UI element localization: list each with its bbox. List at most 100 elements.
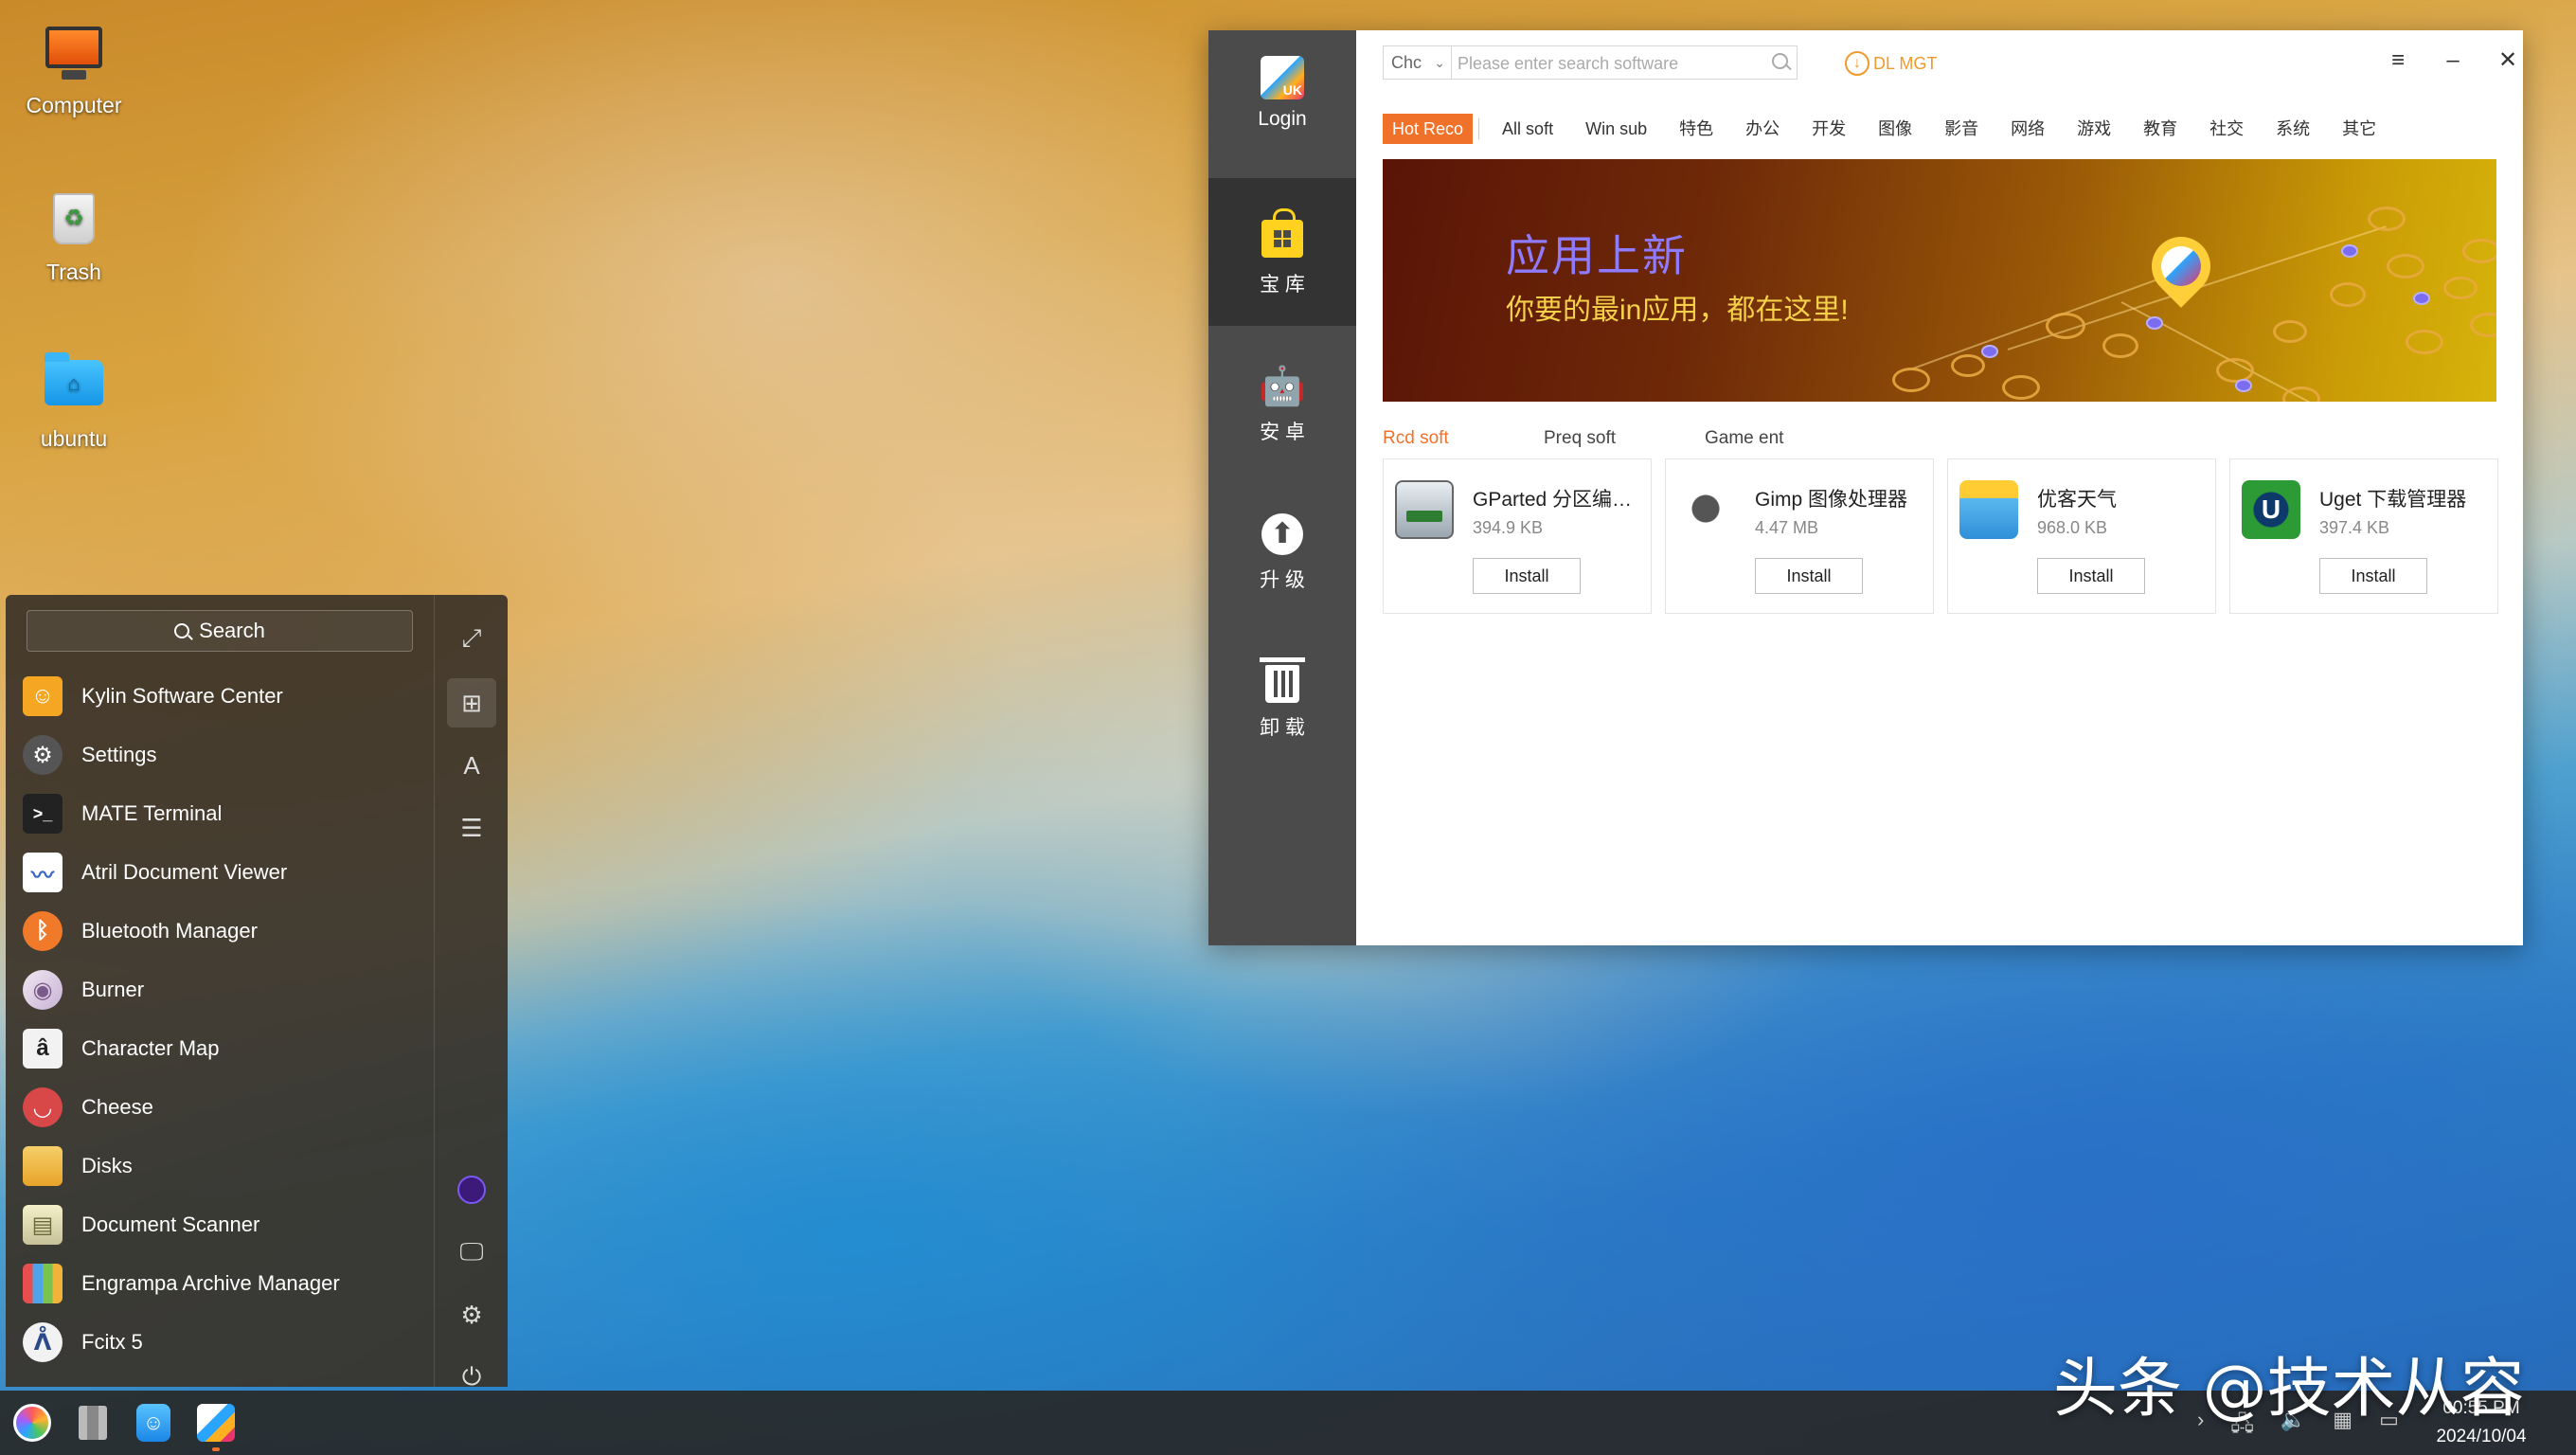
menu-item-disks[interactable]: Disks <box>23 1137 420 1195</box>
tab-other[interactable]: 其它 <box>2333 114 2386 144</box>
sidebar-item-android[interactable]: 🤖 安 卓 <box>1208 326 1356 474</box>
install-button[interactable]: Install <box>2319 558 2427 594</box>
menu-item-bluetooth-manager[interactable]: ᛒ Bluetooth Manager <box>23 902 420 961</box>
menu-item-settings[interactable]: ⚙ Settings <box>23 726 420 784</box>
archive-icon <box>23 1264 63 1303</box>
install-button[interactable]: Install <box>2037 558 2145 594</box>
search-category-select[interactable]: Chc ⌄ <box>1384 46 1452 79</box>
sidebar-item-label: 升 级 <box>1260 569 1305 591</box>
tab-network[interactable]: 网络 <box>2001 114 2054 144</box>
tab-multimedia[interactable]: 影音 <box>1935 114 1988 144</box>
shopping-bag-icon <box>1260 208 1305 261</box>
sidebar-item-label: 卸 载 <box>1260 717 1305 739</box>
app-size: 968.0 KB <box>2037 518 2108 537</box>
app-size: 397.4 KB <box>2319 518 2390 537</box>
sidebar-login[interactable]: UK Login <box>1208 30 1356 178</box>
install-button[interactable]: Install <box>1755 558 1863 594</box>
menu-item-burner[interactable]: ◉ Burner <box>23 961 420 1019</box>
taskbar-files-button[interactable] <box>70 1400 116 1446</box>
app-card[interactable]: GParted 分区编… 394.9 KB Install <box>1383 458 1652 614</box>
app-card[interactable]: 优客天气 968.0 KB Install <box>1947 458 2216 614</box>
bluetooth-icon: ᛒ <box>23 911 63 951</box>
promo-banner[interactable]: 应用上新 你要的最in应用，都在这里! <box>1383 159 2496 402</box>
menu-item-mate-terminal[interactable]: >_ MATE Terminal <box>23 784 420 843</box>
search-input[interactable] <box>1452 46 1764 81</box>
desktop-icon-computer[interactable]: Computer <box>8 27 140 118</box>
menu-item-document-scanner[interactable]: ▤ Document Scanner <box>23 1195 420 1254</box>
section-tab-prerequisite[interactable]: Preq soft <box>1544 428 1705 449</box>
sidebar-item-label: 安 卓 <box>1260 422 1305 443</box>
section-tab-games[interactable]: Game ent <box>1705 428 1866 449</box>
kylin-logo-icon: UK <box>1260 55 1305 100</box>
app-card[interactable]: Uget 下载管理器 397.4 KB Install <box>2229 458 2498 614</box>
tab-graphics[interactable]: 图像 <box>1869 114 1922 144</box>
download-manager-button[interactable]: ↓ DL MGT <box>1845 49 1937 78</box>
window-menu-button[interactable]: ≡ <box>2379 44 2417 78</box>
disc-burner-icon: ◉ <box>23 970 63 1010</box>
tab-office[interactable]: 办公 <box>1736 114 1789 144</box>
taskbar-software-center-button[interactable] <box>193 1400 239 1446</box>
sidebar-item-uninstall[interactable]: 卸 载 <box>1208 621 1356 769</box>
menu-item-cheese[interactable]: ◡ Cheese <box>23 1078 420 1137</box>
chevron-down-icon: ⌄ <box>1434 55 1445 70</box>
tab-win-sub[interactable]: Win sub <box>1576 114 1656 144</box>
all-apps-grid-icon[interactable]: ⊞ <box>447 678 496 728</box>
search-icon <box>174 623 190 638</box>
desktop-icon-trash[interactable]: ♻ Trash <box>8 189 140 285</box>
terminal-icon: >_ <box>23 794 63 834</box>
window-minimize-button[interactable]: – <box>2434 44 2472 78</box>
menu-item-atril-document-viewer[interactable]: 〰 Atril Document Viewer <box>23 843 420 902</box>
app-card[interactable]: Gimp 图像处理器 4.47 MB Install <box>1665 458 1934 614</box>
window-close-button[interactable]: ✕ <box>2489 44 2527 78</box>
section-tab-recommended[interactable]: Rcd soft <box>1383 428 1544 449</box>
camera-icon: ◡ <box>23 1087 63 1127</box>
desktop-icon-label: ubuntu <box>40 426 108 451</box>
kylin-software-center-icon: ☺ <box>23 676 63 716</box>
category-list-icon[interactable]: ☰ <box>447 803 496 853</box>
menu-item-fcitx-5[interactable]: ᐰ Fcitx 5 <box>23 1313 420 1372</box>
upgrade-arrow-icon: ⬆ <box>1260 512 1305 557</box>
gear-icon[interactable]: ⚙ <box>447 1290 496 1339</box>
start-menu-button[interactable] <box>9 1400 55 1446</box>
tab-featured[interactable]: 特色 <box>1670 114 1723 144</box>
tab-system[interactable]: 系统 <box>2266 114 2319 144</box>
trash-icon: ♻ <box>44 193 104 254</box>
banner-title: 应用上新 <box>1506 231 1688 280</box>
tab-games[interactable]: 游戏 <box>2067 114 2120 144</box>
scanner-icon: ▤ <box>23 1205 63 1245</box>
android-icon: 🤖 <box>1259 366 1306 407</box>
menu-item-label: Character Map <box>81 1036 220 1060</box>
menu-item-kylin-software-center[interactable]: ☺ Kylin Software Center <box>23 667 420 726</box>
alphabetical-sort-icon[interactable]: A <box>447 741 496 790</box>
tab-hot-reco[interactable]: Hot Reco <box>1383 114 1474 144</box>
menu-item-label: Bluetooth Manager <box>81 919 258 943</box>
start-menu: Search ☺ Kylin Software Center ⚙ Setting… <box>6 595 508 1391</box>
section-tabs: Rcd soft Preq soft Game ent <box>1383 428 1866 449</box>
user-avatar-icon[interactable] <box>447 1165 496 1214</box>
install-button[interactable]: Install <box>1473 558 1581 594</box>
document-viewer-icon: 〰 <box>23 853 63 892</box>
taskbar-finder-button[interactable]: ☺ <box>131 1400 176 1446</box>
computer-icon[interactable]: 🖵 <box>447 1228 496 1277</box>
finder-icon: ☺ <box>136 1404 170 1442</box>
menu-search-input[interactable]: Search <box>27 610 413 652</box>
tab-development[interactable]: 开发 <box>1802 114 1855 144</box>
menu-item-label: Burner <box>81 978 145 1001</box>
desktop-icon-ubuntu[interactable]: ⌂ ubuntu <box>8 352 140 452</box>
search-icon[interactable] <box>1764 46 1797 79</box>
tab-education[interactable]: 教育 <box>2134 114 2187 144</box>
tab-social[interactable]: 社交 <box>2200 114 2253 144</box>
expand-icon[interactable]: ⤢ <box>447 614 496 663</box>
menu-item-label: Fcitx 5 <box>81 1330 143 1354</box>
app-name: Gimp 图像处理器 <box>1755 489 1908 511</box>
app-size: 394.9 KB <box>1473 518 1544 537</box>
banner-subtitle: 你要的最in应用，都在这里! <box>1506 295 1849 326</box>
menu-item-engrampa-archive-manager[interactable]: Engrampa Archive Manager <box>23 1254 420 1313</box>
gparted-icon <box>1395 480 1454 539</box>
sidebar-item-upgrade[interactable]: ⬆ 升 级 <box>1208 474 1356 621</box>
menu-item-character-map[interactable]: â Character Map <box>23 1019 420 1078</box>
software-center-window: UK Login 宝 库 🤖 安 卓 ⬆ 升 级 卸 载 Chc ⌄ Pleas… <box>1208 30 2523 945</box>
tab-all-soft[interactable]: All soft <box>1493 114 1563 144</box>
sidebar-item-label: 宝 库 <box>1260 274 1305 296</box>
sidebar-item-store[interactable]: 宝 库 <box>1208 178 1356 326</box>
